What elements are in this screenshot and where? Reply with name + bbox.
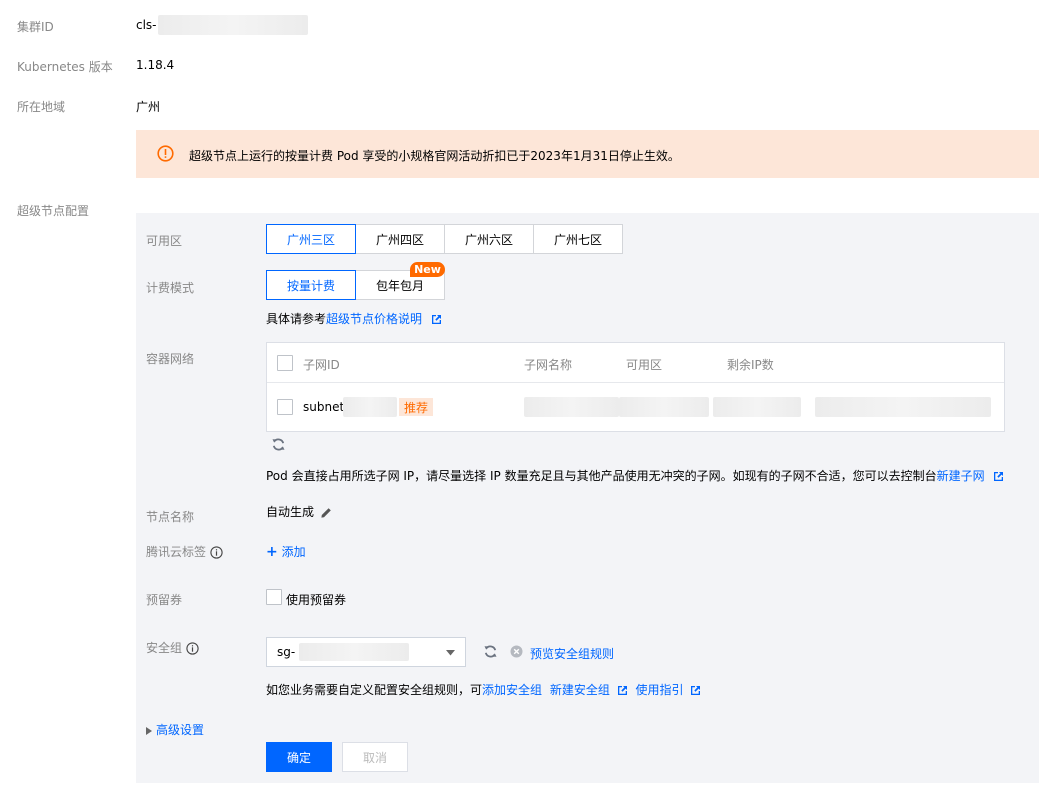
edit-pencil-icon[interactable] xyxy=(320,507,332,519)
cluster-id-value: cls- xyxy=(136,18,157,32)
reserved-checkbox[interactable] xyxy=(266,589,282,605)
zone-label: 可用区 xyxy=(146,234,183,248)
reserved-label: 预留券 xyxy=(146,593,183,607)
network-label: 容器网络 xyxy=(146,352,195,366)
billing-hint: 具体请参考超级节点价格说明 xyxy=(266,310,442,327)
info-icon[interactable] xyxy=(210,546,223,559)
section-title: 超级节点配置 xyxy=(17,204,90,218)
subnet-id-redacted xyxy=(343,397,397,417)
advanced-settings-toggle[interactable]: 高级设置 xyxy=(146,721,204,738)
add-tag-label: 添加 xyxy=(281,545,306,559)
add-security-group-link[interactable]: 添加安全组 xyxy=(482,683,542,697)
notice-banner: 超级节点上运行的按量计费 Pod 享受的小规格官网活动折扣已于2023年1月31… xyxy=(136,130,1039,178)
security-group-hint: 如您业务需要自定义配置安全组规则，可添加安全组 新建安全组 使用指引 xyxy=(266,681,701,698)
network-hint-text: Pod 会直接占用所选子网 IP，请尽量选择 IP 数量充足且与其他产品使用无冲… xyxy=(266,469,937,483)
preview-rules-link[interactable]: 预览安全组规则 xyxy=(530,645,614,662)
column-available-ip: 剩余IP数 xyxy=(727,358,774,372)
reserved-checkbox-label[interactable]: 使用预留券 xyxy=(286,591,346,608)
security-group-select[interactable]: sg- xyxy=(266,637,466,667)
usage-guide-link[interactable]: 使用指引 xyxy=(636,683,684,697)
zone-option-guangzhou-7[interactable]: 广州七区 xyxy=(533,224,623,254)
billing-option-pay-as-you-go[interactable]: 按量计费 xyxy=(266,270,356,300)
subnet-name-redacted xyxy=(524,397,619,417)
warning-icon xyxy=(157,145,174,162)
zone-redacted xyxy=(619,397,709,417)
advanced-settings-label: 高级设置 xyxy=(156,723,205,737)
security-group-redacted xyxy=(299,643,409,661)
node-name-field: 自动生成 xyxy=(266,503,332,520)
zone-option-guangzhou-6[interactable]: 广州六区 xyxy=(444,224,534,254)
subnet-id: subnet xyxy=(303,400,345,414)
security-group-label-wrap: 安全组 xyxy=(146,639,199,656)
billing-label: 计费模式 xyxy=(146,281,195,295)
column-subnet-id: 子网ID xyxy=(303,358,340,372)
pricing-doc-link[interactable]: 超级节点价格说明 xyxy=(326,312,422,326)
cancel-button[interactable]: 取消 xyxy=(342,742,408,772)
zone-option-guangzhou-3[interactable]: 广州三区 xyxy=(266,224,356,254)
security-group-selected: sg- xyxy=(277,645,296,659)
plus-icon: + xyxy=(266,544,278,560)
ip-count-redacted xyxy=(713,397,801,417)
add-tag-button[interactable]: + 添加 xyxy=(266,543,306,560)
new-subnet-link[interactable]: 新建子网 xyxy=(937,469,985,483)
column-zone: 可用区 xyxy=(626,358,663,372)
clear-circle-icon[interactable] xyxy=(510,645,523,658)
recommend-tag: 推荐 xyxy=(399,398,434,416)
info-icon[interactable] xyxy=(186,642,199,655)
row-extra-redacted xyxy=(815,397,991,417)
column-subnet-name: 子网名称 xyxy=(524,358,573,372)
k8s-version-label: Kubernetes 版本 xyxy=(17,60,113,74)
refresh-icon[interactable] xyxy=(483,644,498,659)
external-link-icon[interactable] xyxy=(993,471,1004,482)
security-group-hint-text: 如您业务需要自定义配置安全组规则，可 xyxy=(266,683,483,697)
confirm-button[interactable]: 确定 xyxy=(266,742,332,772)
zone-option-guangzhou-4[interactable]: 广州四区 xyxy=(355,224,445,254)
new-badge: New xyxy=(410,262,445,277)
subnet-row-checkbox[interactable] xyxy=(277,399,293,415)
region-label: 所在地域 xyxy=(17,100,66,114)
refresh-icon[interactable] xyxy=(271,437,286,452)
cluster-id-label: 集群ID xyxy=(17,20,54,34)
external-link-icon[interactable] xyxy=(690,685,701,696)
node-name-value: 自动生成 xyxy=(266,505,315,519)
node-name-label: 节点名称 xyxy=(146,510,195,524)
tags-label: 腾讯云标签 xyxy=(146,545,207,559)
billing-hint-text: 具体请参考 xyxy=(266,312,327,326)
k8s-version-value: 1.18.4 xyxy=(136,58,175,72)
caret-down-icon xyxy=(446,650,455,656)
subnet-table: 子网ID 子网名称 可用区 剩余IP数 subnet 推荐 xyxy=(266,342,1005,432)
external-link-icon[interactable] xyxy=(431,314,442,325)
cluster-id-redacted xyxy=(158,15,308,35)
region-value: 广州 xyxy=(136,100,161,114)
new-security-group-link[interactable]: 新建安全组 xyxy=(550,683,610,697)
caret-right-icon xyxy=(146,726,152,735)
tags-label-wrap: 腾讯云标签 xyxy=(146,543,223,560)
external-link-icon[interactable] xyxy=(617,685,628,696)
select-all-checkbox[interactable] xyxy=(277,355,293,371)
security-group-label: 安全组 xyxy=(146,641,183,655)
notice-text: 超级节点上运行的按量计费 Pod 享受的小规格官网活动折扣已于2023年1月31… xyxy=(189,149,680,163)
network-hint: Pod 会直接占用所选子网 IP，请尽量选择 IP 数量充足且与其他产品使用无冲… xyxy=(266,467,1004,484)
